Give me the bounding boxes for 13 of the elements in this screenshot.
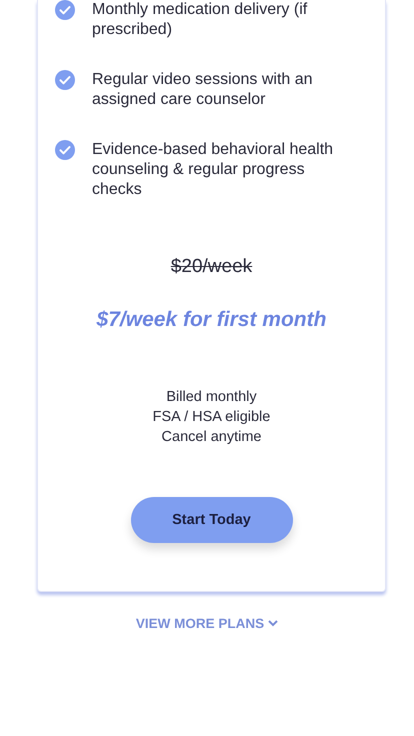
view-more-plans-link[interactable]: VIEW MORE PLANS [136, 616, 278, 631]
billing-note: Cancel anytime [162, 428, 262, 447]
feature-text: Regular video sessions with an assigned care counselor [92, 70, 314, 110]
original-price: $20/week [170, 256, 254, 278]
feature-text: Monthly medication delivery (if prescribed) [92, 0, 308, 40]
start-today-button[interactable]: Start Today [130, 497, 292, 543]
check-icon [55, 140, 75, 160]
chevron-down-icon [268, 620, 278, 627]
billing-note: FSA / HSA eligible [152, 408, 270, 427]
promo-price: $7/week for first month [96, 308, 328, 332]
feature-text: Evidence-based behavioral health counseling & regular progress checks [92, 140, 334, 200]
billing-note: Billed monthly [166, 388, 257, 407]
check-icon [55, 70, 75, 90]
